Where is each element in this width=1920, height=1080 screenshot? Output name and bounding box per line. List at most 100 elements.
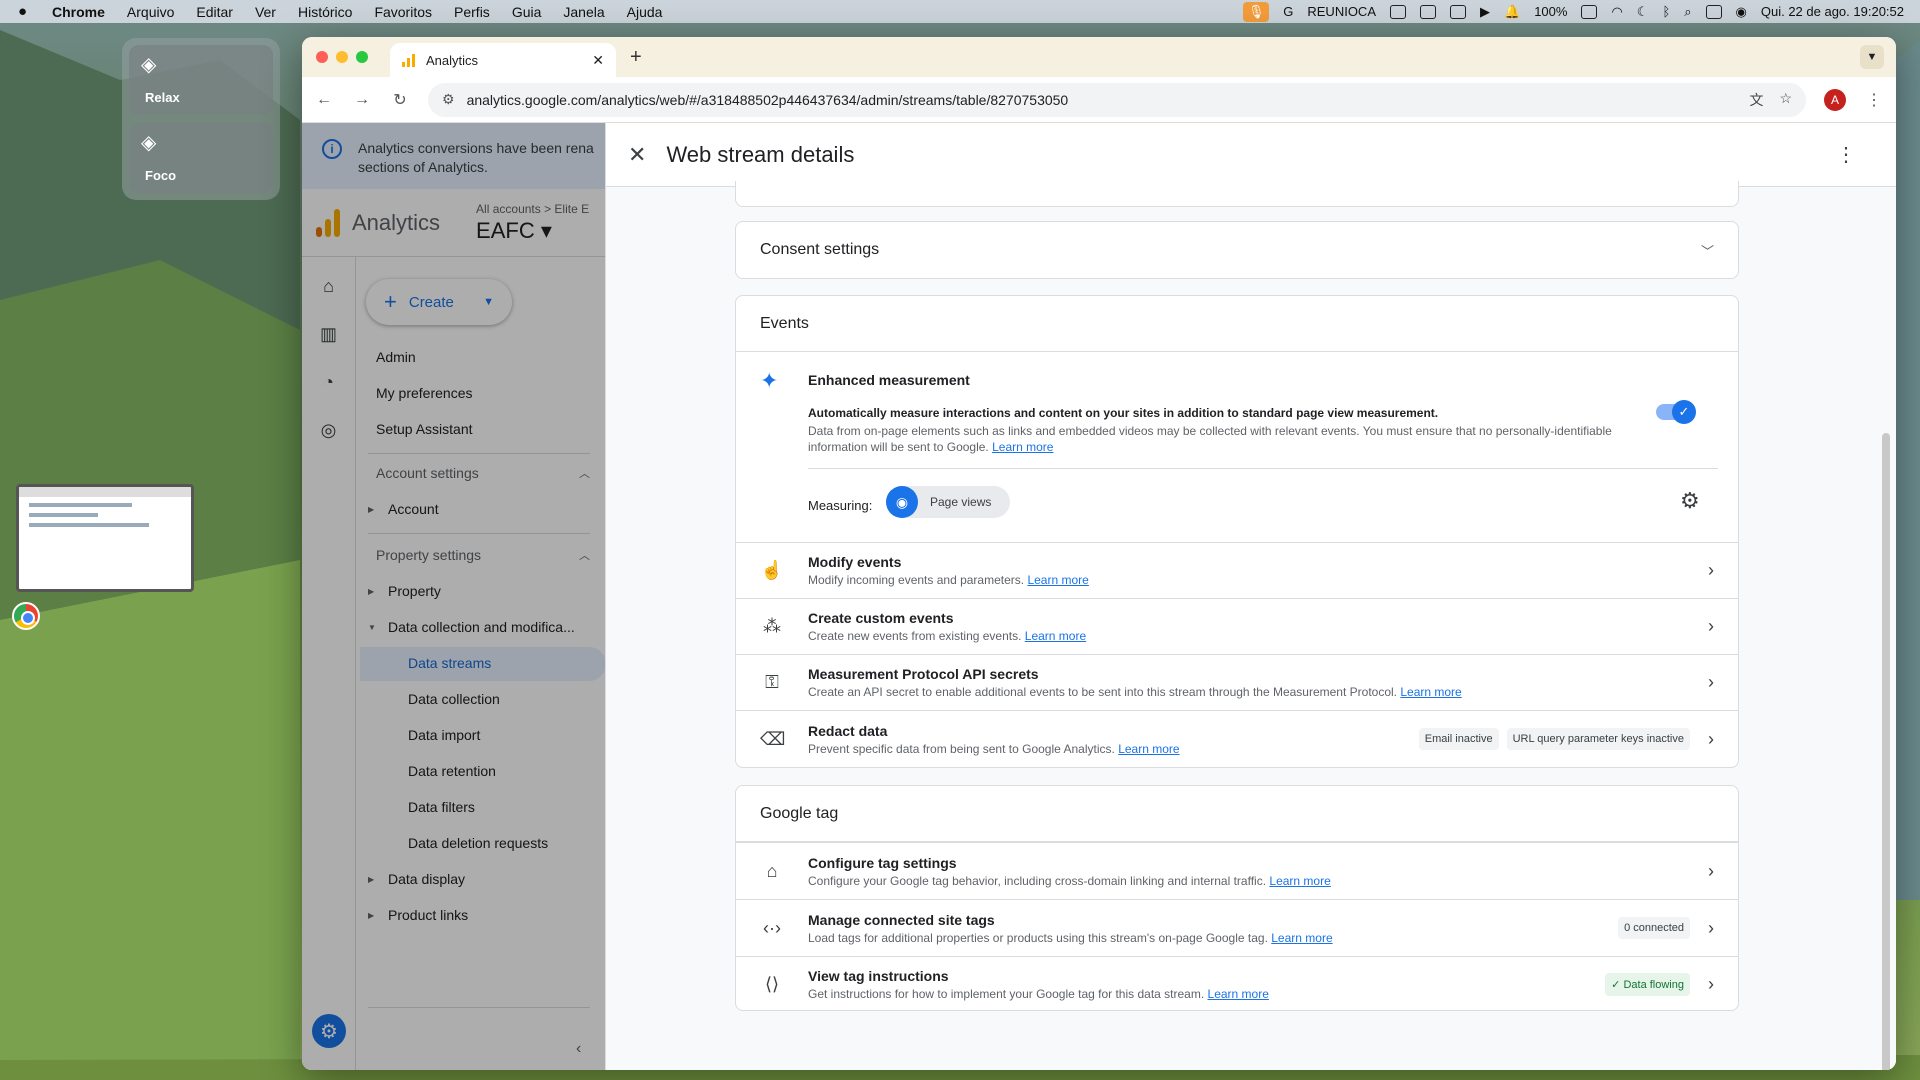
tab-analytics[interactable]: Analytics ✕	[390, 43, 616, 77]
card-above	[735, 181, 1739, 207]
new-tab-button[interactable]: +	[630, 46, 642, 69]
play-icon[interactable]: ▶	[1480, 4, 1490, 20]
enhanced-desc-bold: Automatically measure interactions and c…	[808, 406, 1439, 420]
create-custom-events-row[interactable]: ⁂ Create custom events Create new events …	[736, 598, 1738, 654]
web-stream-details-panel: ✕ Web stream details ⋮ Consent settings …	[605, 123, 1896, 1070]
redact-data-row[interactable]: ⌫ Redact data Prevent specific data from …	[736, 710, 1738, 767]
measuring-label: Measuring:	[808, 498, 873, 513]
google-tag-title: Google tag	[760, 804, 839, 822]
control-center-icon[interactable]	[1705, 4, 1722, 19]
grammarly-icon[interactable]: G	[1283, 4, 1293, 19]
chrome-menu-icon[interactable]: ⋮	[1864, 90, 1884, 110]
chrome-icon[interactable]	[12, 602, 40, 630]
learn-more-link[interactable]: Learn more	[1271, 931, 1332, 945]
learn-more-link[interactable]: Learn more	[1118, 742, 1179, 756]
configure-tag-settings-row[interactable]: ⌂ Configure tag settings Configure your G…	[736, 842, 1738, 899]
row-title: Measurement Protocol API secrets	[808, 666, 1039, 682]
view-tag-instructions-row[interactable]: ⟨⟩ View tag instructions Get instructions…	[736, 956, 1738, 1012]
row-desc: Load tags for additional properties or p…	[808, 930, 1268, 945]
manage-connected-site-tags-row[interactable]: ‹·› Manage connected site tags Load tags …	[736, 899, 1738, 956]
spotlight-icon[interactable]: ⌕	[1684, 4, 1691, 20]
learn-more-link[interactable]: Learn more	[1025, 629, 1086, 643]
row-desc: Create new events from existing events.	[808, 629, 1022, 643]
settings-gear-icon[interactable]: ⚙	[1680, 488, 1700, 514]
window-thumbnail[interactable]	[16, 484, 194, 592]
row-desc: Configure your Google tag behavior, incl…	[808, 873, 1267, 888]
focus-foco-card[interactable]: ◈ Foco	[129, 123, 273, 193]
apple-icon[interactable]: ●	[18, 3, 38, 20]
url-query-status-chip: URL query parameter keys inactive	[1506, 728, 1690, 750]
more-vert-icon[interactable]: ⋮	[1836, 142, 1856, 167]
battery-text: 100%	[1534, 4, 1568, 19]
site-settings-icon[interactable]: ⚙	[442, 91, 455, 108]
browser-window: Analytics ✕ + ▼ ← → ↻ ⚙ analytics.google…	[302, 37, 1896, 1070]
learn-more-link[interactable]: Learn more	[1400, 685, 1461, 699]
page-views-chip[interactable]: ◉ Page views	[886, 486, 1010, 518]
app-tray-icon[interactable]	[1390, 4, 1406, 19]
bluetooth-icon[interactable]: ᛒ	[1662, 4, 1670, 19]
tab-search-button[interactable]: ▼	[1860, 45, 1884, 69]
moon-icon[interactable]: ☾	[1637, 4, 1649, 20]
touch-icon: ☝	[760, 560, 784, 580]
key-icon: ⚿	[765, 672, 779, 692]
microphone-icon[interactable]: 🎙	[1243, 1, 1270, 22]
close-icon[interactable]: ✕	[628, 142, 646, 168]
row-title: Configure tag settings	[808, 854, 957, 871]
window-tray-icon[interactable]	[1420, 4, 1436, 19]
wifi-icon[interactable]: ◠	[1611, 4, 1622, 20]
learn-more-link[interactable]: Learn more	[1208, 987, 1269, 1001]
menu-historico[interactable]: Histórico	[298, 4, 352, 20]
row-desc: Create an API secret to enable additiona…	[808, 685, 1398, 699]
menu-arquivo[interactable]: Arquivo	[127, 4, 174, 20]
consent-settings-header[interactable]: Consent settings ﹀	[736, 222, 1738, 278]
translate-icon[interactable]: 文	[1749, 90, 1763, 110]
chevron-right-icon: ›	[1708, 860, 1714, 881]
battery-icon[interactable]	[1581, 4, 1598, 19]
close-window-button[interactable]	[316, 51, 328, 63]
eye-icon: ◉	[886, 486, 918, 518]
measurement-protocol-row[interactable]: ⚿ Measurement Protocol API secrets Create…	[736, 654, 1738, 710]
siri-icon[interactable]: ◉	[1736, 4, 1747, 20]
forward-icon[interactable]: →	[352, 91, 372, 109]
menu-app-name[interactable]: Chrome	[52, 4, 105, 20]
menu-editar[interactable]: Editar	[196, 4, 233, 20]
layers-icon: ◈	[141, 54, 157, 76]
menu-janela[interactable]: Janela	[563, 4, 604, 20]
row-title: Manage connected site tags	[808, 911, 995, 928]
check-icon: ✓	[1672, 400, 1696, 424]
clock[interactable]: Qui. 22 de ago. 19:20:52	[1761, 4, 1904, 19]
macos-menubar: ● Chrome Arquivo Editar Ver Histórico Fa…	[0, 0, 1920, 23]
menu-ver[interactable]: Ver	[255, 4, 276, 20]
close-tab-icon[interactable]: ✕	[592, 52, 604, 69]
focus-relax-label: Relax	[145, 90, 180, 105]
url-text[interactable]: analytics.google.com/analytics/web/#/a31…	[467, 92, 1069, 108]
learn-more-link[interactable]: Learn more	[1027, 573, 1088, 587]
menu-favoritos[interactable]: Favoritos	[374, 4, 432, 20]
consent-settings-title: Consent settings	[760, 241, 880, 258]
enhanced-measurement: ✦ Enhanced measurement Automatically mea…	[736, 354, 1738, 542]
address-bar[interactable]: ⚙ analytics.google.com/analytics/web/#/a…	[428, 82, 1806, 117]
bookmark-star-icon[interactable]: ☆	[1779, 90, 1792, 110]
reload-icon[interactable]: ↻	[390, 90, 410, 110]
minimize-window-button[interactable]	[336, 51, 348, 63]
back-icon[interactable]: ←	[314, 91, 334, 109]
learn-more-link[interactable]: Learn more	[1269, 874, 1330, 888]
panel-scrollbar[interactable]	[1882, 433, 1890, 1070]
panel-header: ✕ Web stream details ⋮	[606, 123, 1896, 187]
menu-ajuda[interactable]: Ajuda	[627, 4, 663, 20]
maximize-window-button[interactable]	[356, 51, 368, 63]
browser-toolbar: ← → ↻ ⚙ analytics.google.com/analytics/w…	[302, 77, 1896, 123]
enhanced-measurement-toggle[interactable]: ✓	[1656, 400, 1696, 424]
bell-icon[interactable]: 🔔	[1504, 4, 1520, 20]
data-flowing-label: Data flowing	[1623, 979, 1684, 991]
tray-label[interactable]: REUNIOCA	[1307, 4, 1376, 19]
enhanced-learn-more-link[interactable]: Learn more	[992, 440, 1053, 454]
modify-events-row[interactable]: ☝ Modify events Modify incoming events an…	[736, 542, 1738, 598]
consent-settings-card[interactable]: Consent settings ﹀	[735, 221, 1739, 279]
focus-relax-card[interactable]: ◈ Relax	[129, 45, 273, 115]
display-icon[interactable]	[1450, 4, 1466, 19]
menu-guia[interactable]: Guia	[512, 4, 542, 20]
profile-avatar[interactable]: A	[1824, 88, 1846, 111]
modal-scrim[interactable]	[302, 123, 605, 1070]
menu-perfis[interactable]: Perfis	[454, 4, 490, 20]
